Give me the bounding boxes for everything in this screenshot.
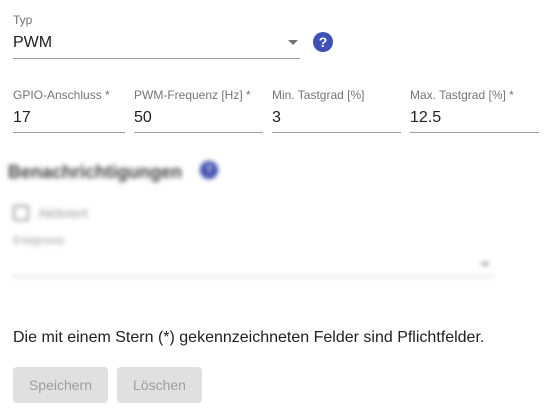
pwm-frequency-value[interactable]: 50 [134, 109, 152, 127]
min-duty-field[interactable]: Min. Tastgrad [%] 3 [272, 88, 401, 134]
events-label: Ereignisse [13, 235, 65, 247]
gpio-value[interactable]: 17 [13, 109, 31, 127]
min-duty-underline [272, 132, 401, 133]
typ-label: Typ [13, 13, 33, 27]
help-icon: ? [200, 161, 218, 179]
typ-select[interactable]: Typ PWM [13, 13, 300, 59]
min-duty-label: Min. Tastgrad [%] [272, 88, 365, 102]
delete-button[interactable]: Löschen [117, 367, 202, 403]
max-duty-underline [410, 132, 539, 133]
pwm-frequency-underline [134, 132, 263, 133]
max-duty-field[interactable]: Max. Tastgrad [%] * 12.5 [410, 88, 539, 134]
help-icon[interactable]: ? [313, 32, 333, 52]
events-underline [13, 276, 493, 277]
gpio-underline [13, 132, 125, 133]
chevron-down-icon [480, 262, 490, 267]
enabled-checkbox [13, 205, 29, 221]
typ-value: PWM [13, 34, 53, 51]
typ-underline [13, 58, 300, 59]
notifications-heading: Benachrichtigungen [8, 162, 183, 182]
notifications-section: Benachrichtigungen ? Aktiviert Ereigniss… [8, 158, 498, 278]
max-duty-label: Max. Tastgrad [%] * [410, 88, 514, 102]
pwm-frequency-field[interactable]: PWM-Frequenz [Hz] * 50 [134, 88, 263, 134]
chevron-down-icon[interactable] [288, 40, 298, 45]
gpio-label: GPIO-Anschluss * [13, 88, 110, 102]
enabled-checkbox-label: Aktiviert [38, 205, 88, 221]
save-button[interactable]: Speichern [13, 367, 108, 403]
gpio-field[interactable]: GPIO-Anschluss * 17 [13, 88, 125, 134]
required-fields-note: Die mit einem Stern (*) gekennzeichneten… [13, 329, 485, 346]
min-duty-value[interactable]: 3 [272, 109, 281, 127]
max-duty-value[interactable]: 12.5 [410, 109, 441, 127]
pwm-frequency-label: PWM-Frequenz [Hz] * [134, 88, 251, 102]
